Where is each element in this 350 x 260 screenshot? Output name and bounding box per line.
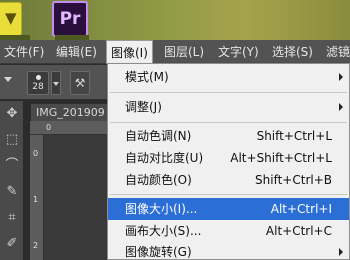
premiere-icon-label: Pr: [59, 9, 81, 29]
menu-type[interactable]: 文字(Y): [214, 40, 263, 64]
menu-item-canvas-size[interactable]: 画布大小(S)... Alt+Ctrl+C: [108, 220, 349, 242]
photoshop-window: ▼ Pr 文件(F) 编辑(E) 图像(I) 图层(L) 文字(Y) 选择(S)…: [0, 0, 350, 260]
tools-panel: ✥ ⬚ ⌒ ✎ ⌗ ✐: [0, 101, 24, 260]
brush-size-value: 28: [32, 82, 44, 92]
menu-item-label: 自动颜色(O): [125, 173, 192, 187]
menu-item-label: 自动对比度(U): [125, 151, 204, 165]
move-tool-icon[interactable]: ✥: [3, 105, 21, 123]
app-icon-glyph: ▼: [5, 9, 17, 27]
menu-separator: [110, 92, 347, 93]
ruler-tick-label: 2: [33, 241, 39, 250]
menu-item-label: 画布大小(S)...: [125, 224, 202, 238]
menu-item-shortcut: Alt+Ctrl+C: [265, 224, 332, 238]
quick-select-tool-icon[interactable]: ✎: [3, 183, 21, 201]
marquee-tool-icon[interactable]: ⬚: [3, 131, 21, 149]
menu-layer[interactable]: 图层(L): [160, 40, 208, 64]
menu-item-label: 自动色调(N): [125, 129, 192, 143]
menu-edit[interactable]: 编辑(E): [52, 40, 101, 64]
submenu-arrow-icon: [339, 103, 343, 111]
eyedropper-tool-icon[interactable]: ✐: [3, 235, 21, 253]
horizontal-ruler: 0: [30, 121, 110, 135]
tool-preset-dropdown-icon[interactable]: [4, 77, 12, 82]
ruler-tick-label: 1: [33, 195, 39, 204]
ruler-tick-label: 0: [46, 123, 52, 132]
menu-image[interactable]: 图像(I): [106, 40, 153, 64]
document-tab[interactable]: IMG_201909: [30, 103, 108, 121]
menu-item-shortcut: Shift+Ctrl+B: [255, 173, 332, 187]
brush-picker-dropdown[interactable]: [51, 71, 61, 95]
menu-item-image-rotation[interactable]: 图像旋转(G): [108, 241, 349, 260]
menu-item-shortcut: Alt+Shift+Ctrl+L: [230, 151, 332, 165]
submenu-arrow-icon: [339, 248, 343, 256]
image-menu-dropdown: 模式(M) 调整(J) 自动色调(N) Shift+Ctrl+L 自动对比度(U…: [107, 63, 350, 260]
menu-item-auto-contrast[interactable]: 自动对比度(U) Alt+Shift+Ctrl+L: [108, 147, 349, 169]
ruler-tick-label: 0: [33, 149, 39, 158]
document-canvas[interactable]: [44, 135, 110, 260]
menu-item-adjustments[interactable]: 调整(J): [108, 96, 349, 118]
lasso-tool-icon[interactable]: ⌒: [3, 157, 21, 175]
menu-item-mode[interactable]: 模式(M): [108, 66, 349, 88]
menu-item-label: 调整(J): [125, 100, 162, 114]
menu-item-shortcut: Shift+Ctrl+L: [256, 129, 332, 143]
desktop-strip: ▼ Pr: [0, 0, 350, 40]
menu-file[interactable]: 文件(F): [0, 40, 48, 64]
menu-separator: [110, 122, 347, 123]
menu-item-image-size[interactable]: 图像大小(I)... Alt+Ctrl+I: [108, 198, 349, 220]
menu-separator: [110, 194, 347, 195]
menu-item-auto-color[interactable]: 自动颜色(O) Shift+Ctrl+B: [108, 169, 349, 191]
crop-tool-icon[interactable]: ⌗: [3, 209, 21, 227]
brush-panel-toggle-icon[interactable]: ⚒: [70, 71, 90, 95]
menu-item-shortcut: Alt+Ctrl+I: [270, 202, 332, 216]
menu-item-label: 模式(M): [125, 70, 169, 84]
premiere-app-icon[interactable]: Pr: [52, 1, 88, 37]
brush-size-picker[interactable]: 28: [27, 71, 49, 95]
submenu-arrow-icon: [339, 73, 343, 81]
menu-filter[interactable]: 滤镜: [322, 40, 350, 64]
menu-item-label: 图像大小(I)...: [125, 202, 198, 216]
menu-select[interactable]: 选择(S): [268, 40, 317, 64]
menu-bar: 文件(F) 编辑(E) 图像(I) 图层(L) 文字(Y) 选择(S) 滤镜: [0, 40, 350, 64]
vertical-ruler: 0 1 2: [30, 135, 44, 260]
app-icon-yellow[interactable]: ▼: [0, 2, 22, 36]
menu-item-label: 图像旋转(G): [125, 245, 192, 259]
brush-tip-icon: [36, 75, 41, 80]
menu-item-auto-tone[interactable]: 自动色调(N) Shift+Ctrl+L: [108, 125, 349, 147]
